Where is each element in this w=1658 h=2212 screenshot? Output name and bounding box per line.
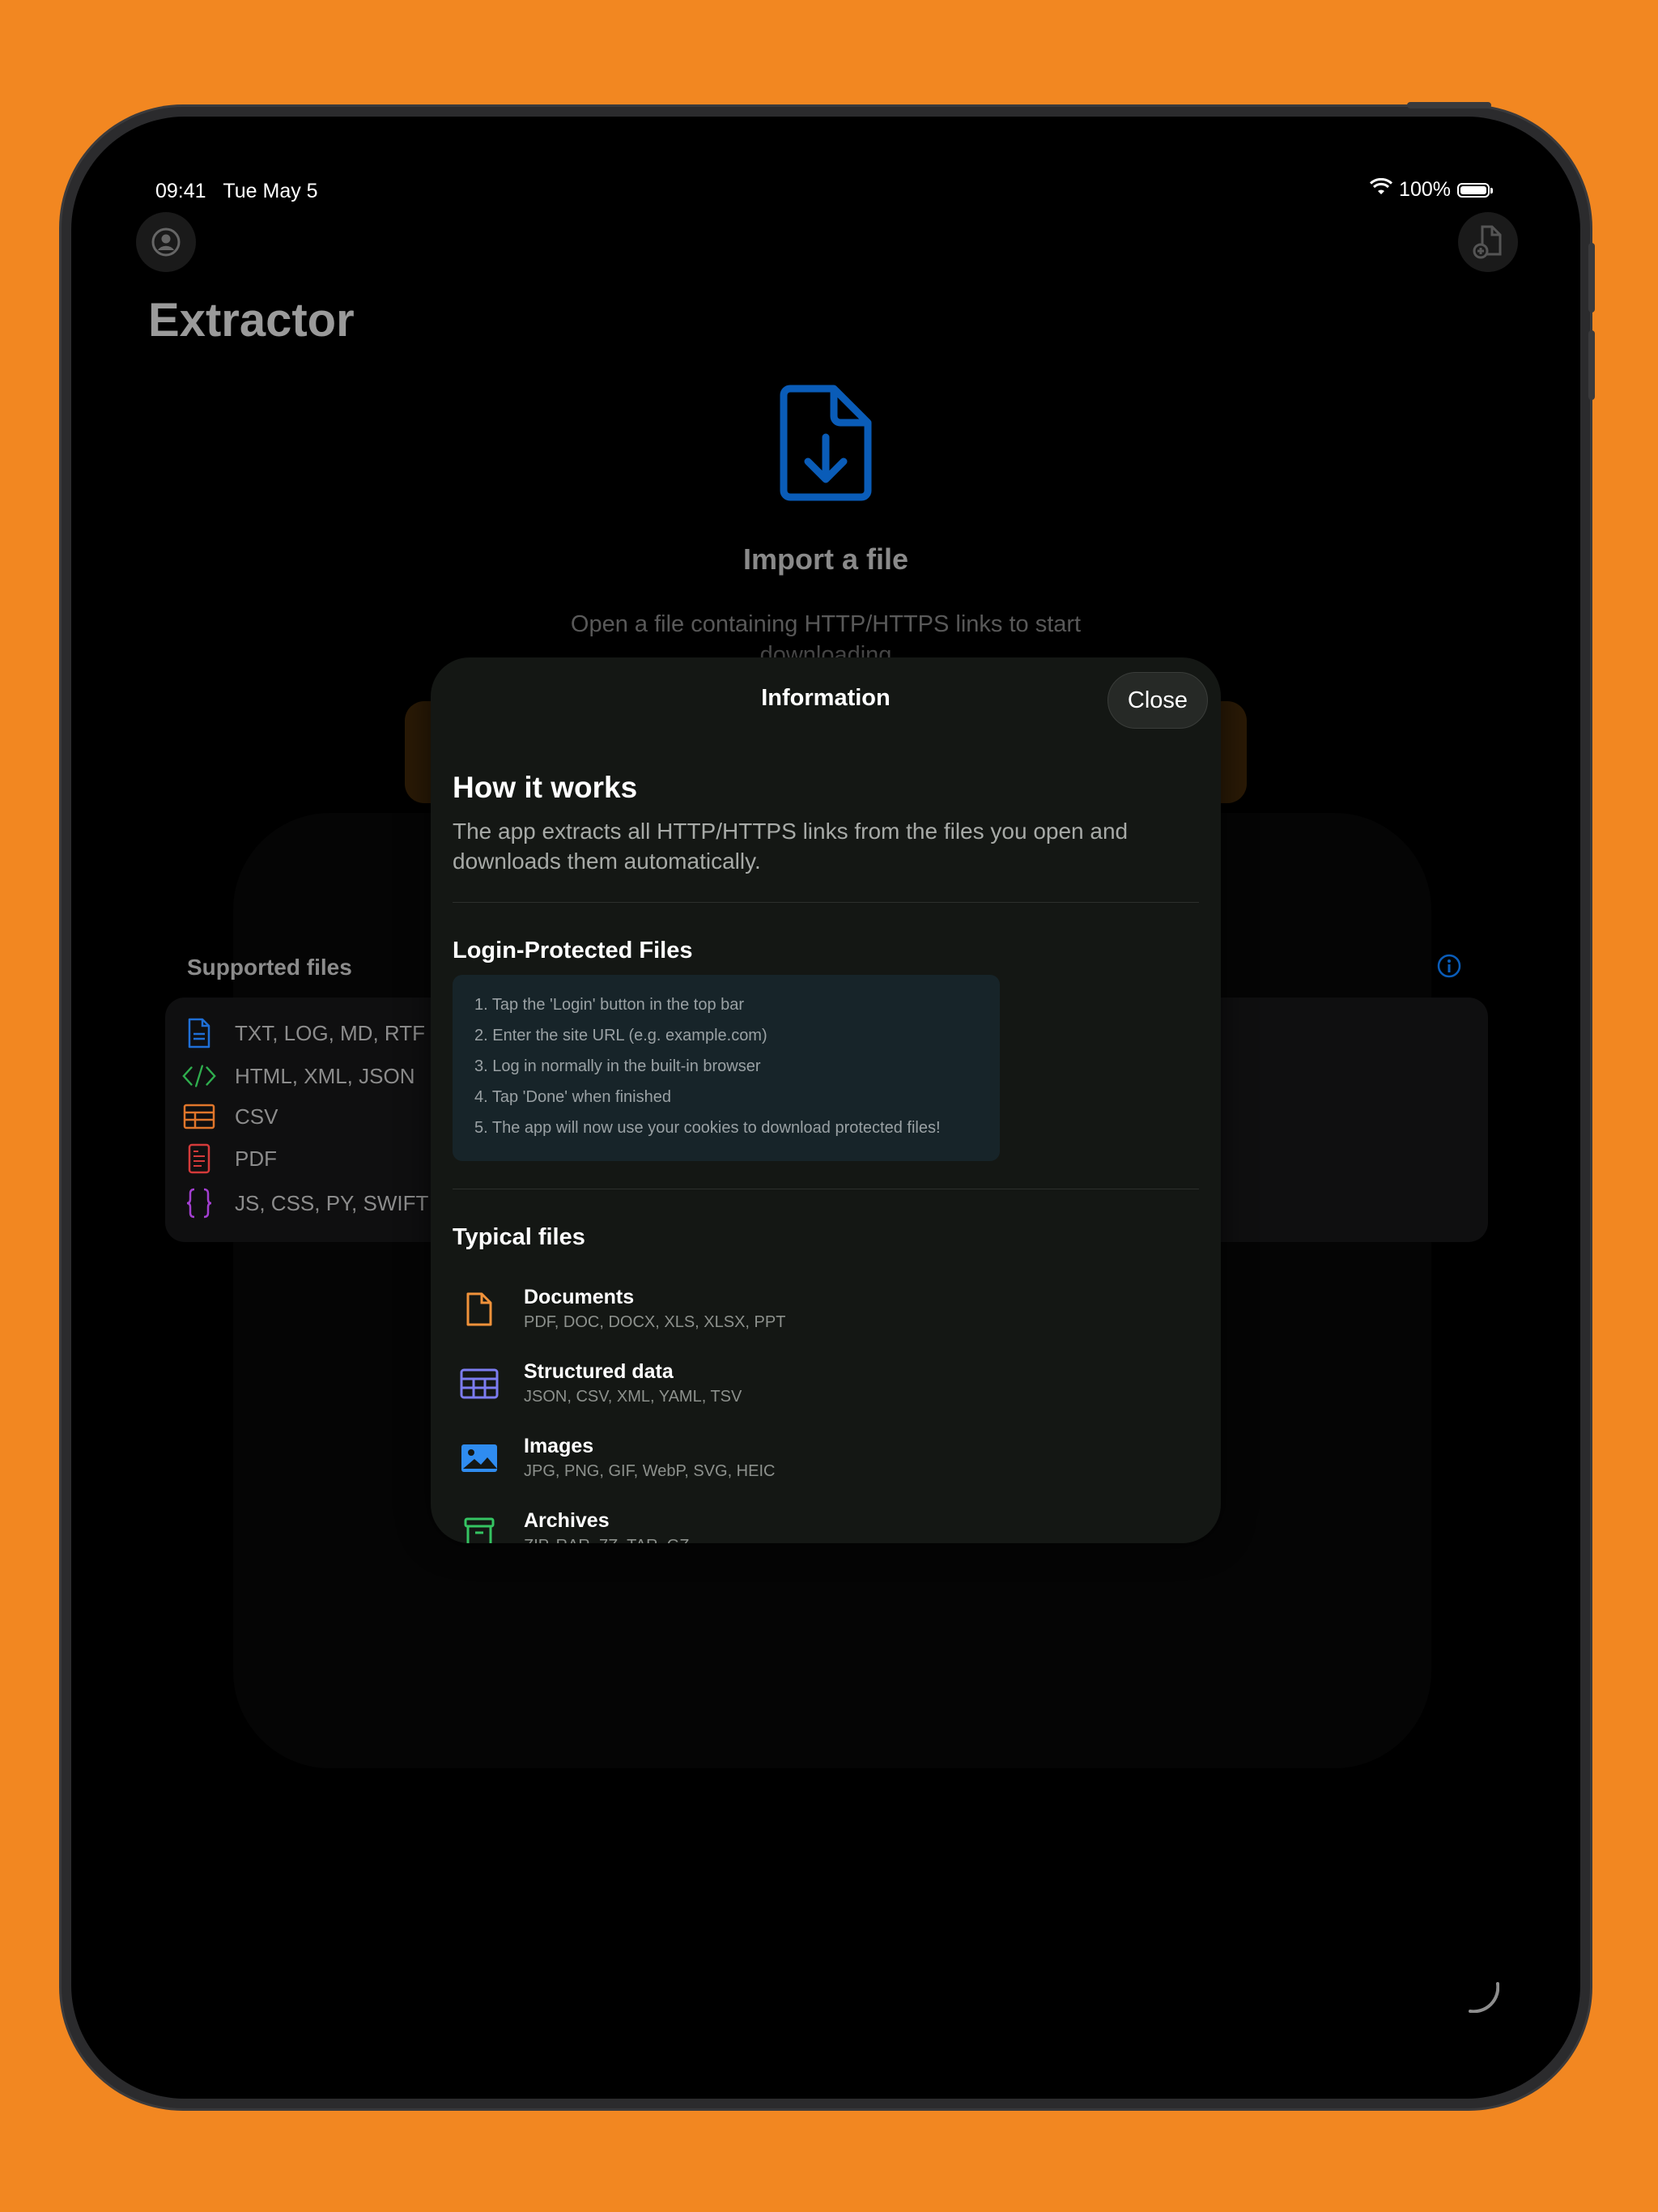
profile-button[interactable] — [136, 212, 196, 272]
document-icon — [453, 1289, 506, 1329]
status-time: 09:41 Tue May 5 — [155, 180, 318, 202]
table-icon — [181, 1099, 217, 1134]
wifi-icon — [1370, 177, 1393, 202]
login-step: 1. Tap the 'Login' button in the top bar — [474, 996, 745, 1014]
archive-box-icon — [453, 1512, 506, 1543]
supported-item: TXT, LOG, MD, RTF — [165, 1015, 425, 1051]
text-document-icon — [181, 1015, 217, 1051]
close-button[interactable]: Close — [1107, 672, 1208, 729]
info-icon[interactable] — [1436, 953, 1462, 979]
person-circle-icon — [151, 228, 181, 257]
divider — [453, 902, 1199, 903]
login-step: 3. Log in normally in the built-in brows… — [474, 1057, 761, 1075]
supported-item: CSV — [165, 1099, 278, 1134]
app-title: Extractor — [148, 294, 355, 347]
supported-files-header: Supported files — [187, 955, 352, 980]
how-it-works-title: How it works — [453, 771, 638, 804]
login-steps-box: 1. Tap the 'Login' button in the top bar… — [453, 975, 1000, 1161]
login-step: 5. The app will now use your cookies to … — [474, 1119, 941, 1137]
login-step: 4. Tap 'Done' when finished — [474, 1088, 671, 1106]
login-protected-title: Login-Protected Files — [453, 938, 693, 963]
volume-down-button — [1588, 330, 1595, 400]
volume-up-button — [1588, 243, 1595, 313]
add-file-button[interactable] — [1458, 212, 1518, 272]
supported-item: JS, CSS, PY, SWIFT — [165, 1185, 428, 1221]
document-add-icon — [1473, 225, 1502, 259]
curly-braces-icon — [181, 1185, 217, 1221]
top-hardware-button — [1407, 102, 1491, 108]
battery-percent: 100% — [1399, 178, 1451, 201]
supported-item: HTML, XML, JSON — [165, 1058, 414, 1094]
pdf-document-icon — [181, 1141, 217, 1176]
information-sheet: Information Close How it works The app e… — [431, 657, 1221, 1543]
typical-files-title: Typical files — [453, 1224, 585, 1250]
battery-icon — [1457, 182, 1493, 198]
supported-item: PDF — [165, 1141, 277, 1176]
sheet-title: Information — [761, 685, 891, 711]
table-icon — [453, 1363, 506, 1404]
import-title: Import a file — [742, 542, 909, 576]
login-step: 2. Enter the site URL (e.g. example.com) — [474, 1027, 767, 1044]
screen: 09:41 Tue May 5 100% Extractor Import a … — [71, 117, 1580, 2099]
how-it-works-text: The app extracts all HTTP/HTTPS links fr… — [453, 819, 1129, 874]
status-indicators: 100% — [1370, 177, 1493, 202]
file-download-icon — [780, 385, 872, 501]
photo-icon — [453, 1438, 506, 1478]
code-brackets-icon — [181, 1058, 217, 1094]
loading-spinner-icon — [1469, 1982, 1499, 2013]
